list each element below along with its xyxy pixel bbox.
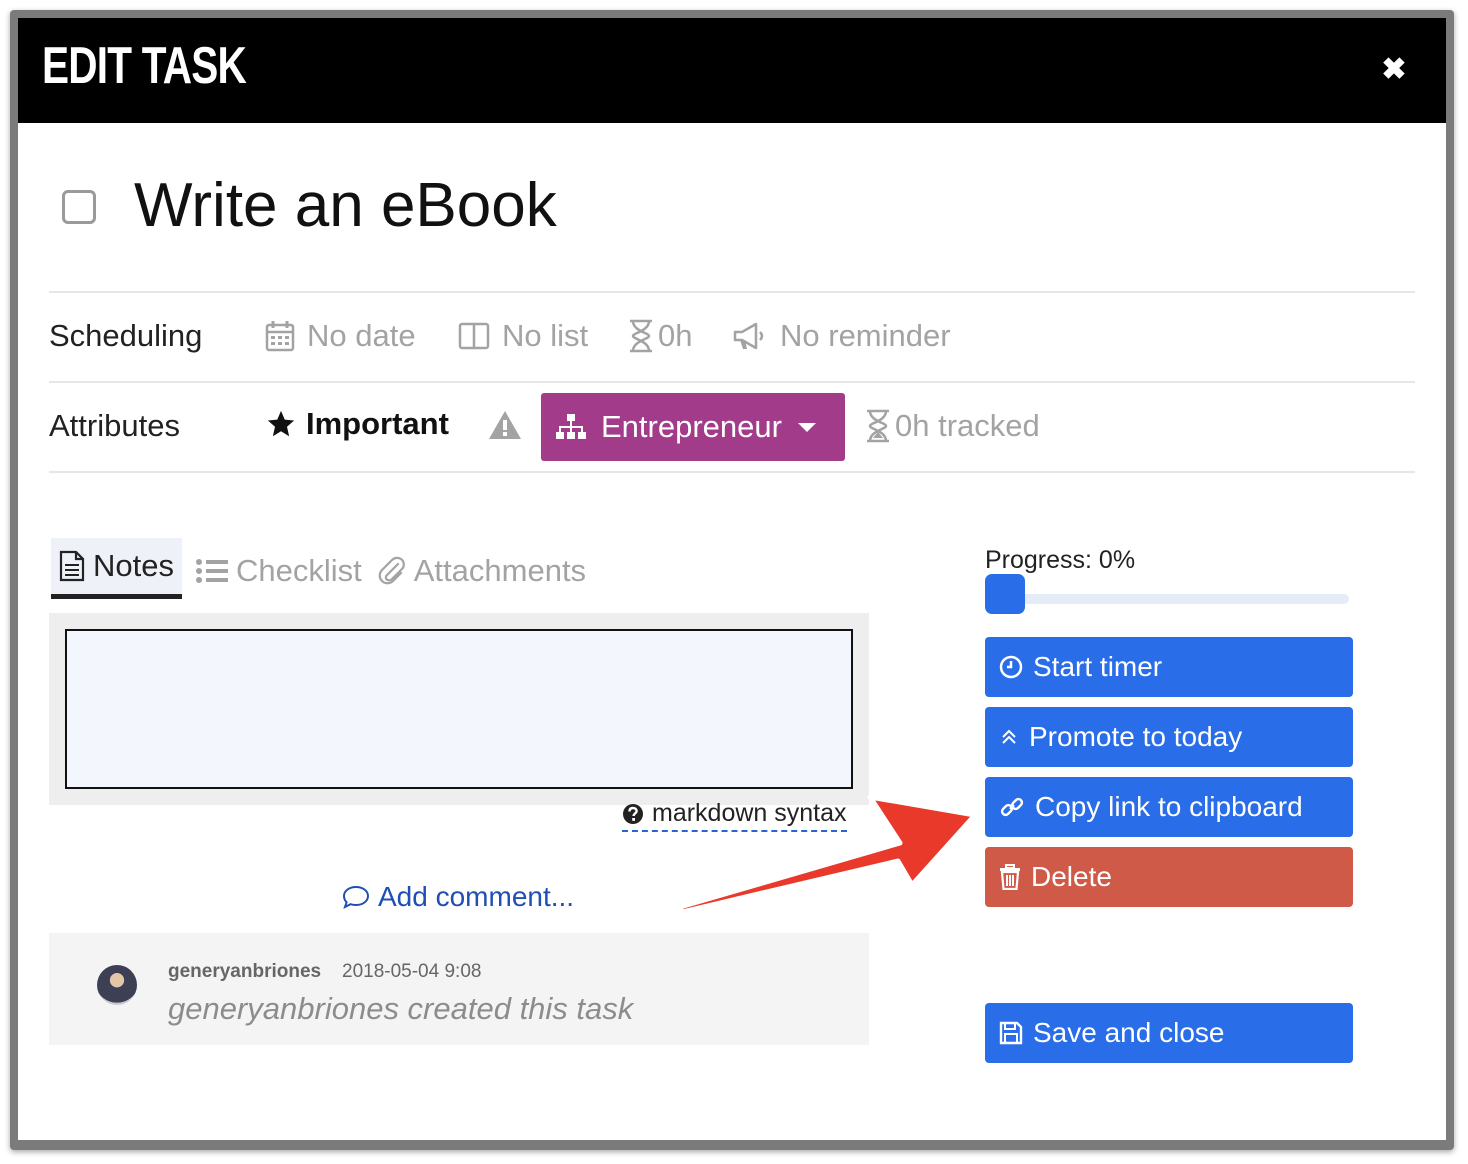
list-icon	[195, 559, 228, 583]
progress-slider-handle[interactable]	[985, 574, 1025, 614]
markdown-syntax-link[interactable]: markdown syntax	[622, 799, 847, 832]
start-timer-button[interactable]: Start timer	[985, 637, 1353, 697]
save-and-close-label: Save and close	[1033, 1017, 1225, 1048]
tab-checklist[interactable]: Checklist	[188, 543, 370, 599]
columns-icon	[458, 322, 490, 350]
megaphone-icon	[733, 322, 764, 350]
progress-slider[interactable]	[985, 574, 1349, 614]
notes-textarea[interactable]	[65, 629, 853, 789]
warning-icon[interactable]	[488, 410, 522, 445]
avatar	[97, 965, 137, 1005]
divider	[49, 291, 1415, 293]
dialog-header: EDIT TASK ✖	[18, 18, 1446, 123]
due-date-label: No date	[307, 318, 416, 353]
comment-text: generyanbriones created this task	[168, 991, 634, 1026]
estimate-picker[interactable]: 0h	[628, 318, 692, 354]
task-complete-checkbox[interactable]	[62, 190, 96, 224]
reminder-picker[interactable]: No reminder	[732, 318, 951, 354]
important-toggle[interactable]: Important	[266, 406, 449, 442]
close-icon[interactable]: ✖	[1378, 54, 1410, 86]
promote-to-today-label: Promote to today	[1029, 721, 1243, 752]
task-title[interactable]: Write an eBook	[134, 170, 557, 241]
promote-to-today-button[interactable]: Promote to today	[985, 707, 1353, 767]
project-label: Entrepreneur	[601, 409, 782, 444]
attributes-label: Attributes	[49, 408, 180, 443]
link-icon	[1000, 797, 1024, 817]
tab-notes[interactable]: Notes	[51, 538, 182, 599]
list-label: No list	[502, 318, 589, 353]
document-icon	[59, 550, 85, 582]
trash-icon	[1000, 864, 1020, 890]
divider	[49, 381, 1415, 383]
floppy-disk-icon	[999, 1021, 1023, 1045]
project-dropdown[interactable]: Entrepreneur	[541, 393, 845, 461]
double-chevron-up-icon	[1002, 729, 1016, 744]
estimate-label: 0h	[658, 318, 693, 353]
clock-icon	[999, 655, 1023, 679]
start-timer-label: Start timer	[1033, 651, 1163, 682]
delete-label: Delete	[1031, 861, 1112, 892]
notes-editor-container	[49, 613, 869, 805]
tab-notes-label: Notes	[93, 548, 174, 583]
tab-attachments[interactable]: Attachments	[370, 543, 594, 599]
divider	[49, 471, 1415, 473]
star-icon	[267, 410, 295, 437]
list-picker[interactable]: No list	[458, 318, 588, 354]
question-circle-icon	[623, 803, 643, 824]
edit-task-dialog: EDIT TASK ✖ Write an eBook Scheduling No…	[18, 18, 1446, 1140]
paperclip-icon	[378, 556, 405, 585]
dialog-title: EDIT TASK	[42, 37, 247, 95]
markdown-syntax-label: markdown syntax	[652, 799, 847, 827]
comment-item: generyanbriones 2018-05-04 9:08 generyan…	[49, 933, 869, 1045]
chevron-down-icon	[797, 422, 816, 432]
hourglass-icon	[867, 409, 889, 443]
due-date-picker[interactable]: No date	[265, 318, 416, 354]
reminder-label: No reminder	[780, 318, 951, 353]
tab-checklist-label: Checklist	[235, 553, 362, 588]
important-label: Important	[306, 406, 449, 441]
add-comment-label: Add comment...	[378, 881, 575, 912]
comment-timestamp: 2018-05-04 9:08	[342, 961, 482, 982]
notes-tabs: Notes Checklist Attachments	[51, 538, 594, 599]
copy-link-label: Copy link to clipboard	[1035, 791, 1303, 822]
add-comment-link[interactable]: Add comment...	[342, 881, 574, 913]
progress-label: Progress: 0%	[985, 546, 1136, 574]
comment-icon	[342, 885, 370, 910]
delete-button[interactable]: Delete	[985, 847, 1353, 907]
copy-link-button[interactable]: Copy link to clipboard	[985, 777, 1353, 837]
calendar-icon	[265, 321, 295, 352]
time-tracked: 0h tracked	[865, 408, 1040, 444]
hourglass-icon	[630, 319, 652, 353]
scheduling-label: Scheduling	[49, 318, 203, 353]
save-and-close-button[interactable]: Save and close	[985, 1003, 1353, 1063]
sitemap-icon	[556, 414, 586, 439]
time-tracked-label: 0h tracked	[895, 408, 1040, 443]
tab-attachments-label: Attachments	[413, 553, 587, 588]
comment-author: generyanbriones	[168, 961, 322, 982]
